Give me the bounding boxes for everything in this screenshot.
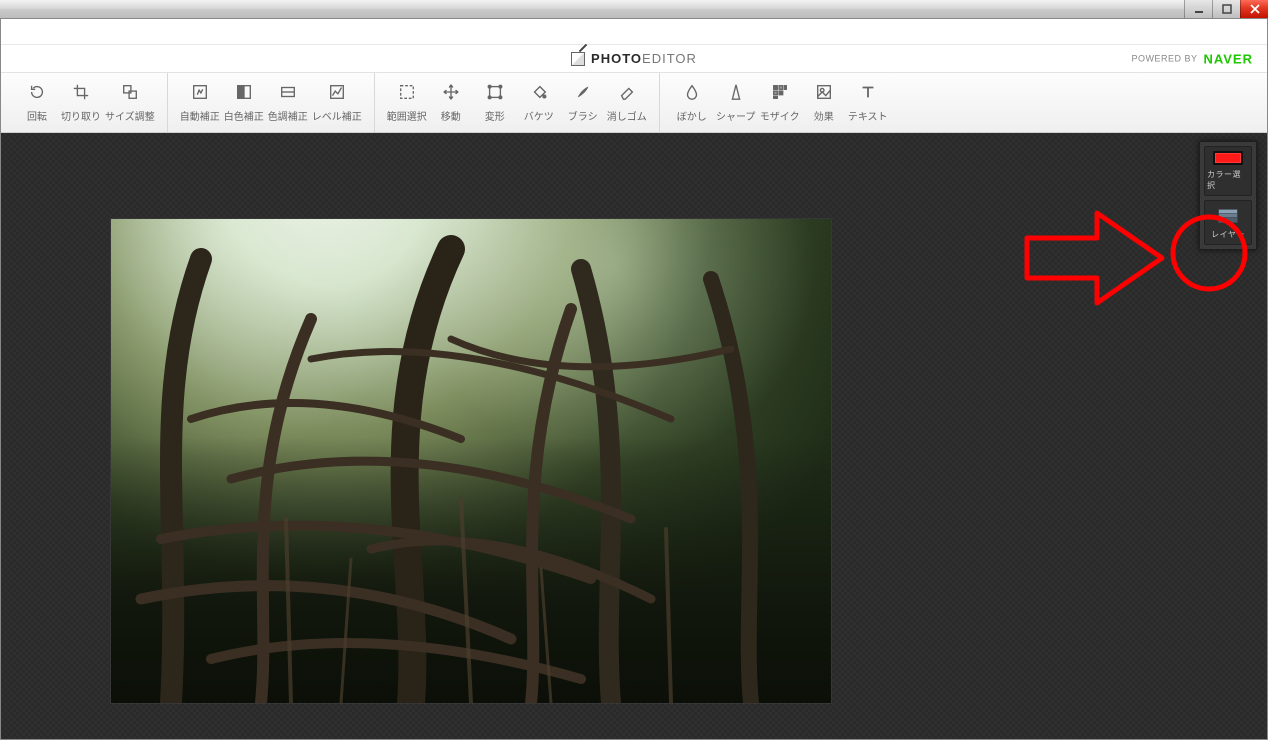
effect-label: 効果 bbox=[814, 108, 834, 123]
move-button[interactable]: 移動 bbox=[429, 73, 473, 132]
bucket-icon bbox=[529, 82, 549, 102]
color-correct-button[interactable]: 色調補正 bbox=[266, 73, 310, 132]
window-maximize-button[interactable] bbox=[1212, 0, 1240, 18]
text-icon bbox=[858, 82, 878, 102]
tool-group: 範囲選択移動 変形 バケツブラシ消しゴム bbox=[375, 73, 660, 132]
bucket-button[interactable]: バケツ bbox=[517, 73, 561, 132]
text-label: テキスト bbox=[848, 108, 888, 123]
brand-bar: PHOTOEDITOR POWERED BY NAVER bbox=[1, 45, 1267, 73]
app-window: PHOTOEDITOR POWERED BY NAVER 回転切り取りサイズ調整… bbox=[0, 18, 1268, 740]
naver-logo: NAVER bbox=[1203, 51, 1253, 66]
rotate-button[interactable]: 回転 bbox=[15, 73, 59, 132]
mosaic-icon bbox=[770, 82, 790, 102]
select-button[interactable]: 範囲選択 bbox=[385, 73, 429, 132]
select-label: 範囲選択 bbox=[387, 108, 427, 123]
layer-panel-button[interactable]: レイヤー bbox=[1204, 200, 1252, 245]
blur-icon bbox=[682, 82, 702, 102]
crop-icon bbox=[71, 82, 91, 102]
effect-button[interactable]: 効果 bbox=[802, 73, 846, 132]
canvas-image[interactable] bbox=[111, 219, 831, 703]
move-label: 移動 bbox=[441, 108, 461, 123]
tool-group: ぼかしシャープモザイク効果テキスト bbox=[660, 73, 900, 132]
color-correct-icon bbox=[278, 82, 298, 102]
white-correct-label: 白色補正 bbox=[224, 108, 264, 123]
text-button[interactable]: テキスト bbox=[846, 73, 890, 132]
white-correct-button[interactable]: 白色補正 bbox=[222, 73, 266, 132]
canvas-area[interactable]: カラー選択 レイヤー bbox=[1, 133, 1267, 739]
transform-icon bbox=[485, 82, 505, 102]
brand-bold: PHOTO bbox=[591, 51, 642, 66]
auto-correct-label: 自動補正 bbox=[180, 108, 220, 123]
mosaic-button[interactable]: モザイク bbox=[758, 73, 802, 132]
app-logo: PHOTOEDITOR bbox=[571, 51, 697, 66]
eraser-icon bbox=[617, 82, 637, 102]
level-correct-button[interactable]: レベル補正 bbox=[310, 73, 364, 132]
pencil-icon bbox=[571, 52, 585, 66]
effect-icon bbox=[814, 82, 834, 102]
white-correct-icon bbox=[234, 82, 254, 102]
crop-button[interactable]: 切り取り bbox=[59, 73, 103, 132]
window-close-button[interactable] bbox=[1240, 0, 1268, 18]
window-controls bbox=[1184, 0, 1268, 18]
blur-button[interactable]: ぼかし bbox=[670, 73, 714, 132]
side-panel: カラー選択 レイヤー bbox=[1199, 141, 1257, 250]
crop-label: 切り取り bbox=[61, 108, 101, 123]
resize-button[interactable]: サイズ調整 bbox=[103, 73, 157, 132]
sharp-button[interactable]: シャープ bbox=[714, 73, 758, 132]
tool-group: 自動補正白色補正色調補正レベル補正 bbox=[168, 73, 375, 132]
level-correct-icon bbox=[327, 82, 347, 102]
mosaic-label: モザイク bbox=[760, 108, 800, 123]
level-correct-label: レベル補正 bbox=[312, 108, 362, 123]
rotate-icon bbox=[27, 82, 47, 102]
color-picker-label: カラー選択 bbox=[1207, 169, 1249, 191]
layer-panel-label: レイヤー bbox=[1211, 229, 1245, 240]
powered-label: POWERED BY bbox=[1131, 54, 1197, 64]
brush-button[interactable]: ブラシ bbox=[561, 73, 605, 132]
color-picker-button[interactable]: カラー選択 bbox=[1204, 146, 1252, 196]
auto-correct-icon bbox=[190, 82, 210, 102]
brush-label: ブラシ bbox=[568, 108, 598, 123]
blur-label: ぼかし bbox=[677, 108, 707, 123]
transform-button[interactable]: 変形 bbox=[473, 73, 517, 132]
brand-thin: EDITOR bbox=[642, 51, 697, 66]
color-correct-label: 色調補正 bbox=[268, 108, 308, 123]
auto-correct-button[interactable]: 自動補正 bbox=[178, 73, 222, 132]
layers-icon bbox=[1216, 205, 1240, 225]
bucket-label: バケツ bbox=[524, 108, 554, 123]
powered-by: POWERED BY NAVER bbox=[1131, 51, 1253, 66]
window-minimize-button[interactable] bbox=[1184, 0, 1212, 18]
tool-group: 回転切り取りサイズ調整 bbox=[5, 73, 168, 132]
eraser-label: 消しゴム bbox=[607, 108, 647, 123]
sharp-icon bbox=[726, 82, 746, 102]
app-menubar bbox=[1, 19, 1267, 45]
toolbar: 回転切り取りサイズ調整自動補正白色補正色調補正レベル補正範囲選択移動変形バケツブ… bbox=[1, 73, 1267, 133]
move-icon bbox=[441, 82, 461, 102]
brush-icon bbox=[573, 82, 593, 102]
rotate-label: 回転 bbox=[27, 108, 47, 123]
resize-icon bbox=[120, 82, 140, 102]
sharp-label: シャープ bbox=[716, 108, 755, 123]
color-swatch-icon bbox=[1213, 151, 1243, 165]
select-icon bbox=[397, 82, 417, 102]
resize-label: サイズ調整 bbox=[105, 108, 155, 123]
window-titlebar bbox=[0, 0, 1268, 18]
eraser-button[interactable]: 消しゴム bbox=[605, 73, 649, 132]
transform-label: 変形 bbox=[485, 108, 505, 123]
